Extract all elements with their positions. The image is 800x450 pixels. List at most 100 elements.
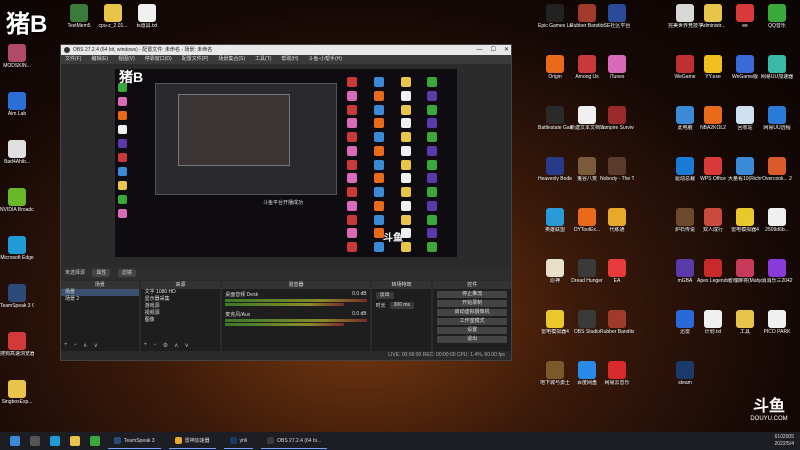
menu-item[interactable]: 工具(T) [255,55,271,64]
desktop-shortcut[interactable]: 回收站 [728,106,762,131]
desktop-shortcut[interactable]: 雷电模拟器4 [538,310,572,335]
search-icon[interactable] [30,436,40,446]
desktop-shortcut[interactable]: WPS Office [696,157,730,182]
minimize-icon[interactable]: — [477,45,483,55]
desktop-shortcut[interactable]: SingboxExp... [0,380,34,405]
source-item[interactable]: 文字 1080 HD [141,289,221,296]
exit-button[interactable]: 退出 [437,336,508,343]
menu-item[interactable]: 帮助(H) [281,55,298,64]
desktop-shortcut[interactable]: Administr... [696,4,730,29]
desktop-shortcut[interactable]: DYToolEx... [570,208,604,233]
edge-icon[interactable] [50,436,60,446]
system-tray[interactable]: 6102005 2022/5/4 [775,434,794,448]
source-item[interactable]: 显示器采集 [141,296,221,303]
desktop-shortcut[interactable]: ee [728,4,762,29]
desktop-shortcut[interactable]: steam [668,361,702,386]
menu-item[interactable]: 场景集合(S) [218,55,245,64]
chrome-icon[interactable] [90,436,100,446]
source-item[interactable]: 视频源 [141,310,221,317]
desktop-shortcut[interactable]: 代练通 [600,208,634,233]
desktop-shortcut[interactable]: ts道具.txt [130,4,164,29]
desktop-shortcut[interactable]: EA [600,259,634,284]
obs-window[interactable]: OBS 27.2.4 (64 bit, windows) - 配置文件: 未命名… [60,44,512,361]
transition-select[interactable]: 淡出 [375,292,394,299]
desktop-shortcut[interactable]: 鬼谷八荒 [570,157,604,182]
desktop-shortcut[interactable]: cpu-z_2.01... [96,4,130,29]
desktop-shortcut[interactable]: iTunes [600,55,634,80]
gear-icon[interactable]: ⚙ [163,342,168,349]
desktop-shortcut[interactable]: PICO PARK [760,310,794,335]
desktop-shortcut[interactable]: Among Us [570,55,604,80]
maximize-icon[interactable]: ☐ [491,45,496,55]
desktop-shortcut[interactable]: Origin [538,55,572,80]
desktop-shortcut[interactable]: MODSKIN... [0,44,34,69]
stop-streaming-button[interactable]: 停止推流 [437,291,508,298]
source-item[interactable]: 图像 [141,317,221,324]
menu-item[interactable]: 配置文件(P) [182,55,209,64]
move-down-icon[interactable]: ∨ [184,342,188,349]
virtual-camera-button[interactable]: 启动虚拟摄像机 [437,309,508,316]
desktop-shortcut[interactable]: 新建文本文档.txt [570,106,604,131]
desktop-shortcut[interactable]: 地下城与勇士 [538,361,572,386]
scene-item[interactable]: 场景 [61,289,139,296]
menu-item[interactable]: 文件(F) [65,55,81,64]
desktop-shortcut[interactable]: 搜狗高速浏览器 [0,332,34,357]
desktop-shortcut[interactable]: Vampire Survivors [600,106,634,131]
desktop-shortcut[interactable]: 百度网盘 [570,361,604,386]
desktop-shortcut[interactable]: Aim Lab [0,92,34,117]
start-recording-button[interactable]: 开始录制 [437,300,508,307]
scene-item[interactable]: 场景 2 [61,296,139,303]
desktop-shortcut[interactable]: 大量看10(Richm... [728,157,762,182]
taskbar-app-button[interactable]: 雷神加速器 [168,434,216,449]
desktop-shortcut[interactable]: NBA2KOL2 [696,106,730,131]
taskbar-app-button[interactable]: TeamSpeak 3 [108,434,161,449]
move-up-icon[interactable]: ∧ [174,342,178,349]
desktop-shortcut[interactable]: 网易云音乐 [600,361,634,386]
desktop-shortcut[interactable]: Nobody - The Turna... [600,157,634,182]
move-up-icon[interactable]: ∧ [83,342,87,349]
settings-button[interactable]: 设置 [437,327,508,334]
move-down-icon[interactable]: ∨ [93,342,97,349]
taskbar-app-button[interactable]: OBS 27.2.4 (64 bi... [261,434,328,449]
desktop-shortcut[interactable]: Apex Legends [696,259,730,284]
properties-button[interactable]: 属性 [92,269,111,277]
taskbar-app-button[interactable]: yhli [223,434,254,449]
desktop-shortcut[interactable]: WeGame版 [728,55,762,80]
volume-slider[interactable] [225,303,344,306]
desktop-shortcut[interactable]: TeamSpeak 3 Client [0,284,34,309]
close-icon[interactable]: ✕ [504,45,509,55]
desktop-shortcut[interactable]: Dread Hunger [570,259,604,284]
duration-input[interactable]: 300 ms [389,302,415,309]
desktop-shortcut[interactable]: 网易UU远程 [760,106,794,131]
desktop-shortcut[interactable]: 雀魂麻将(Mahjong... [728,259,762,284]
desktop-shortcut[interactable]: 消消乐三2042 [760,259,794,284]
desktop-shortcut[interactable]: Bad4Ahib... [0,140,34,165]
desktop-shortcut[interactable]: 原神 [538,259,572,284]
desktop-shortcut[interactable]: Heavenly Bodies [538,157,572,182]
menu-item[interactable]: 斗鱼-小帮手(H) [308,55,342,64]
start-icon[interactable] [10,436,20,446]
desktop-shortcut[interactable]: Overcook... 2 [760,157,794,182]
desktop-shortcut[interactable]: 工具 [728,310,762,335]
desktop-shortcut[interactable]: SE社区平台 [600,4,634,29]
desktop-shortcut[interactable]: 雷电模拟器4 [728,208,762,233]
desktop-shortcut[interactable]: NVIDIA Broadcast [0,188,34,213]
remove-icon[interactable]: − [153,342,157,349]
desktop-shortcut[interactable]: 网易UU加速器 [760,55,794,80]
volume-slider[interactable] [225,323,344,326]
source-item[interactable]: 游戏源 [141,303,221,310]
desktop-shortcut[interactable]: 计划.txt [696,310,730,335]
menu-item[interactable]: 停靠窗口(D) [145,55,172,64]
desktop-shortcut[interactable]: TestMem5 [62,4,96,29]
desktop-shortcut[interactable]: 英雄联盟 [538,208,572,233]
desktop-shortcut[interactable]: Rubber Bandits... [600,310,634,335]
desktop-shortcut[interactable]: Battlestate Games L... [538,106,572,131]
desktop-shortcut[interactable]: Microsoft Edge [0,236,34,261]
menu-item[interactable]: 视图(V) [118,55,135,64]
menu-item[interactable]: 编辑(E) [91,55,108,64]
filters-button[interactable]: 滤镜 [117,269,136,277]
desktop-shortcut[interactable]: OBS Studio [570,310,604,335]
desktop-shortcut[interactable]: Rubber Bandits... [570,4,604,29]
folder-icon[interactable] [70,436,80,446]
desktop-shortcut[interactable]: QQ音乐 [760,4,794,29]
